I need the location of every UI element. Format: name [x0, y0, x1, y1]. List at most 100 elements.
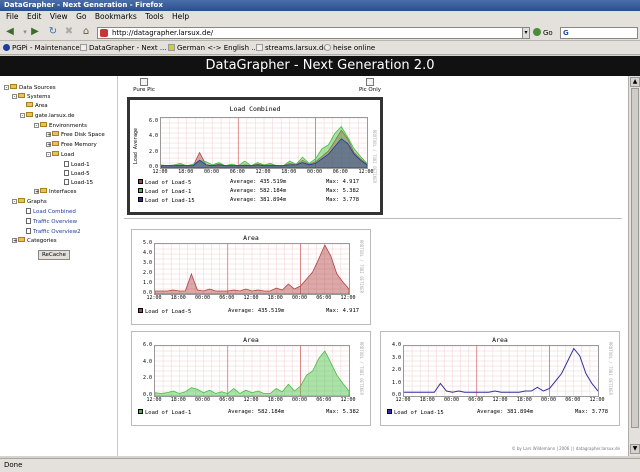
rrd-watermark: RRDTOOL / TOBI OETIKER — [359, 240, 364, 293]
x-tick-label: 12:00 — [340, 397, 356, 403]
x-tick-label: 06:00 — [468, 397, 484, 403]
legend-max: 3.778 — [342, 197, 360, 203]
pure-pic-button[interactable]: Pure Pic — [131, 78, 157, 93]
folder-icon — [52, 151, 59, 156]
graph-file-icon — [64, 161, 69, 167]
tree-item-traffic-overview[interactable]: Traffic Overview — [26, 218, 77, 225]
x-tick-label: 00:00 — [203, 169, 220, 175]
legend-max-load5: Max: 4.917 — [326, 179, 360, 185]
legend-row-load15: Load of Load-15 — [138, 197, 195, 204]
graph-file-icon — [26, 228, 31, 234]
expand-icon[interactable]: + — [46, 142, 51, 148]
tree-item-categories[interactable]: + Categories — [12, 237, 57, 244]
tree-item-environments[interactable]: - Environments — [34, 122, 87, 129]
legend-average: 582.184m — [259, 188, 287, 194]
graph-file-icon — [26, 218, 31, 224]
recache-button[interactable]: ReCache — [38, 250, 70, 260]
vertical-scrollbar[interactable]: ▲ ▼ — [628, 76, 640, 456]
tree-label: Free Memory — [61, 142, 97, 148]
stop-icon[interactable]: ✖ — [62, 26, 76, 38]
graph-panel-load5[interactable]: Area RRDTOOL / TOBI OETIKER Load of Load… — [131, 229, 371, 325]
pic-only-button[interactable]: Pic Only — [356, 78, 384, 93]
tree-item-load[interactable]: - Load — [46, 151, 74, 158]
menu-help[interactable]: Help — [172, 12, 189, 21]
x-tick-label: 18:00 — [170, 397, 186, 403]
tree-item-load-5[interactable]: Load-5 — [64, 170, 90, 177]
bookmark-icon — [3, 44, 10, 51]
pure-pic-label: Pure Pic — [133, 87, 155, 93]
tree-label: Traffic Overview2 — [33, 229, 81, 235]
folder-icon — [18, 93, 25, 98]
menu-bookmarks[interactable]: Bookmarks — [95, 12, 137, 21]
tree-item-systems[interactable]: - Systems — [12, 93, 50, 100]
collapse-icon[interactable]: - — [4, 85, 9, 91]
menu-view[interactable]: View — [50, 12, 68, 21]
reload-icon[interactable]: ↻ — [46, 26, 60, 38]
tree-item-area[interactable]: Area — [26, 102, 48, 109]
tree-label: Categories — [27, 238, 57, 244]
tree-item-interfaces[interactable]: + Interfaces — [34, 188, 77, 195]
graph-panel-load1[interactable]: Area RRDTOOL / TOBI OETIKER Load of Load… — [131, 331, 371, 426]
go-button[interactable]: Go — [533, 27, 557, 39]
tree-item-free-memory[interactable]: + Free Memory — [46, 141, 97, 148]
legend-row-load1: Load of Load-1 — [138, 409, 191, 416]
tree-item-load-1[interactable]: Load-1 — [64, 161, 90, 168]
tree-item-gate-larsux[interactable]: - gate.larsux.de — [20, 112, 75, 119]
back-arrow-icon[interactable]: ◀ — [3, 26, 17, 38]
collapse-icon[interactable]: - — [12, 199, 17, 205]
graph-panel-load15[interactable]: Area RRDTOOL / TOBI OETIKER Load of Load… — [380, 331, 620, 426]
y-tick-label: 6.0 — [142, 342, 152, 348]
x-tick-label: 06:00 — [219, 295, 235, 301]
legend-max-load1: Max: 5.382 — [326, 409, 360, 415]
tree-item-data-sources[interactable]: - Data Sources — [4, 84, 56, 91]
menu-go[interactable]: Go — [76, 12, 86, 21]
rrd-watermark: RRDTOOL / TOBI OETIKER — [372, 130, 377, 183]
legend-row-load1: Load of Load-1 — [138, 188, 191, 195]
tree-item-graphs[interactable]: - Graphs — [12, 198, 47, 205]
bookmark-item[interactable]: German <-> English ... — [168, 41, 258, 55]
menu-tools[interactable]: Tools — [145, 12, 163, 21]
scroll-up-icon[interactable]: ▲ — [630, 77, 640, 87]
collapse-icon[interactable]: - — [46, 152, 51, 158]
search-input[interactable]: G — [560, 27, 638, 39]
scroll-thumb[interactable] — [631, 88, 639, 428]
bookmark-icon — [168, 44, 175, 51]
forward-arrow-icon[interactable]: ▶ — [28, 26, 42, 38]
graph-title: Area — [243, 234, 259, 242]
url-dropdown-icon[interactable]: ▾ — [522, 27, 530, 39]
home-icon[interactable]: ⌂ — [79, 26, 93, 38]
scroll-down-icon[interactable]: ▼ — [630, 444, 640, 454]
expand-icon[interactable]: + — [46, 132, 51, 138]
collapse-icon[interactable]: - — [20, 113, 25, 119]
x-tick-label: 12:00 — [395, 397, 411, 403]
x-tick-label: 00:00 — [291, 397, 308, 403]
bookmark-item[interactable]: streams.larsux.de — [256, 41, 328, 55]
bookmark-label: DataGrapher - Next ... — [89, 44, 167, 52]
graph-file-icon — [26, 208, 31, 214]
x-tick-label: 12:00 — [146, 295, 162, 301]
bookmark-item[interactable]: PGPi - Maintenance — [3, 41, 80, 55]
bookmark-item[interactable]: DataGrapher - Next ... — [80, 41, 167, 55]
tree-item-load-15[interactable]: Load-15 — [64, 179, 93, 186]
legend-max: 3.778 — [591, 409, 609, 415]
tree-item-traffic-overview2[interactable]: Traffic Overview2 — [26, 228, 81, 235]
expand-icon[interactable]: + — [12, 238, 17, 244]
x-tick-label: 12:00 — [255, 169, 271, 175]
tree-item-load-combined[interactable]: Load Combined — [26, 208, 76, 215]
collapse-icon[interactable]: - — [12, 94, 17, 100]
legend-swatch — [138, 188, 143, 193]
menu-file[interactable]: File — [6, 12, 19, 21]
x-tick-label: 18:00 — [281, 169, 297, 175]
bookmark-label: heise online — [333, 44, 376, 52]
menu-edit[interactable]: Edit — [27, 12, 42, 21]
x-tick-label: 18:00 — [267, 397, 283, 403]
url-field[interactable]: http://datagrapher.larsux.de/ — [97, 27, 523, 39]
tree-item-free-disk-space[interactable]: + Free Disk Space — [46, 131, 105, 138]
legend-avg-load1: Average: 582.184m — [230, 188, 287, 194]
collapse-icon[interactable]: - — [34, 123, 39, 129]
bookmark-item[interactable]: heise online — [324, 41, 375, 55]
x-tick-label: 12:00 — [146, 397, 162, 403]
plot-area — [403, 345, 599, 397]
graph-panel-load-combined[interactable]: Load Combined Load Average RRDTOOL / TOB… — [127, 97, 383, 215]
expand-icon[interactable]: + — [34, 189, 39, 195]
